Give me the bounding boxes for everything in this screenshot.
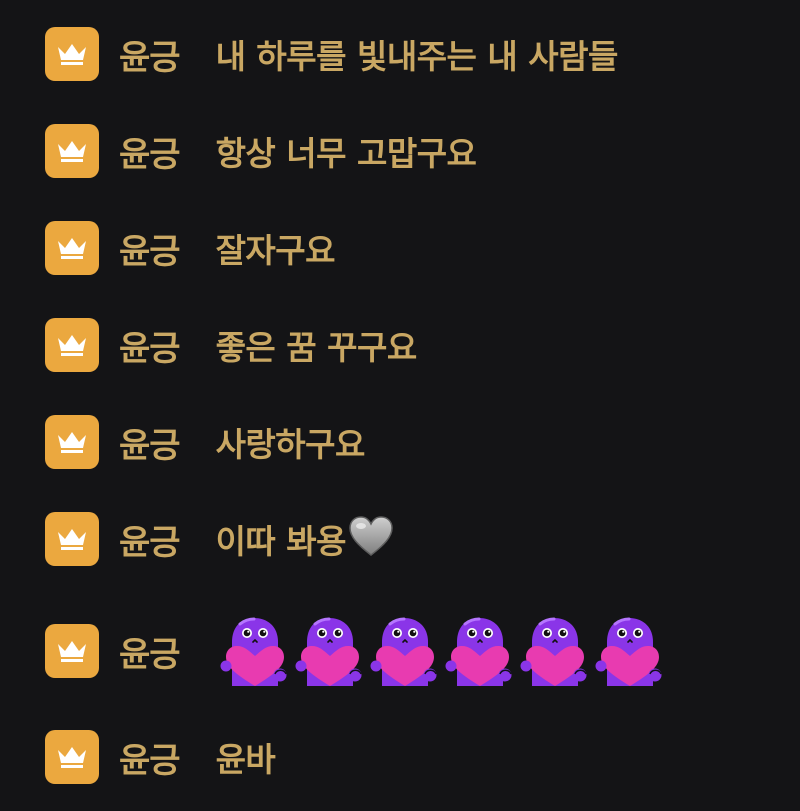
username[interactable]: 윤긍 — [119, 515, 181, 564]
crown-badge — [45, 27, 99, 81]
username[interactable]: 윤긍 — [119, 418, 181, 467]
username[interactable]: 윤긍 — [119, 733, 181, 782]
crown-icon — [58, 747, 86, 768]
username[interactable]: 윤긍 — [119, 127, 181, 176]
message-text: 이따 봐용 — [216, 515, 394, 563]
chat-message: 윤긍 사랑하구요 — [45, 415, 365, 469]
message-text: 잘자구요 — [215, 231, 336, 270]
crown-badge — [45, 124, 99, 178]
chat-message: 윤긍 — [45, 616, 662, 686]
chat-message: 윤긍 항상 너무 고맙구요 — [45, 124, 477, 178]
chat-message: 윤긍 좋은 꿈 꾸구요 — [45, 318, 417, 372]
username[interactable]: 윤긍 — [119, 224, 181, 273]
purple-blob-heart-emote — [370, 617, 437, 686]
chat-message: 윤긍 윤바 — [45, 730, 276, 784]
message-text: 내 하루를 빛내주는 내 사람들 — [215, 37, 619, 76]
username[interactable]: 윤긍 — [119, 627, 181, 676]
crown-icon — [58, 641, 86, 662]
crown-icon — [58, 44, 86, 65]
chat-message: 윤긍 이따 봐용 — [45, 512, 394, 566]
message-text: 윤바 — [215, 740, 276, 779]
crown-badge — [45, 624, 99, 678]
message-text: 사랑하구요 — [215, 425, 366, 464]
chat-message: 윤긍 잘자구요 — [45, 221, 336, 275]
crown-badge — [45, 730, 99, 784]
crown-icon — [58, 529, 86, 550]
crown-icon — [58, 432, 86, 453]
crown-badge — [45, 318, 99, 372]
chat-log: 윤긍 내 하루를 빛내주는 내 사람들 윤긍 항상 너무 고맙구요 윤긍 잘자구… — [0, 0, 800, 811]
emote-row — [220, 616, 662, 686]
grey-heart-icon — [349, 516, 393, 556]
purple-blob-heart-emote — [295, 617, 362, 686]
crown-icon — [58, 238, 86, 259]
username[interactable]: 윤긍 — [119, 321, 181, 370]
crown-icon — [58, 141, 86, 162]
crown-badge — [45, 221, 99, 275]
message-text: 좋은 꿈 꾸구요 — [215, 328, 418, 367]
username[interactable]: 윤긍 — [119, 30, 181, 79]
purple-blob-heart-emote — [220, 617, 287, 686]
chat-message: 윤긍 내 하루를 빛내주는 내 사람들 — [45, 27, 618, 81]
purple-blob-heart-emote — [445, 617, 512, 686]
purple-blob-heart-emote — [595, 617, 662, 686]
crown-badge — [45, 512, 99, 566]
purple-blob-heart-emote — [520, 617, 587, 686]
crown-icon — [58, 335, 86, 356]
message-text: 항상 너무 고맙구요 — [215, 134, 477, 173]
crown-badge — [45, 415, 99, 469]
